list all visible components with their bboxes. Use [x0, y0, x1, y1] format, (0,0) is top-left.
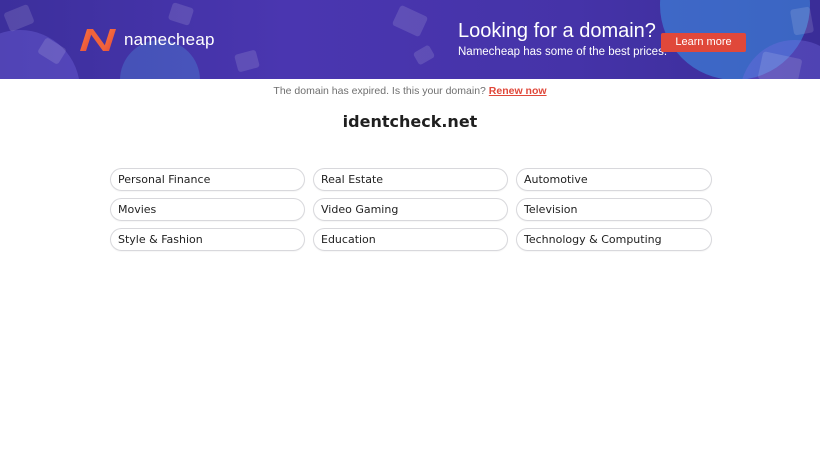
category-link[interactable]: Movies	[110, 198, 305, 221]
category-link[interactable]: Television	[516, 198, 712, 221]
decor-card	[3, 3, 35, 33]
decor-card	[412, 44, 436, 66]
promo-banner: namecheap Looking for a domain? Namechea…	[0, 0, 820, 79]
category-link[interactable]: Style & Fashion	[110, 228, 305, 251]
renew-now-link[interactable]: Renew now	[489, 85, 547, 97]
promo-subtext: Namecheap has some of the best prices.	[458, 46, 668, 58]
promo-headline: Looking for a domain?	[458, 20, 656, 42]
category-link[interactable]: Automotive	[516, 168, 712, 191]
category-link[interactable]: Personal Finance	[110, 168, 305, 191]
category-link[interactable]: Technology & Computing	[516, 228, 712, 251]
category-link[interactable]: Real Estate	[313, 168, 508, 191]
decor-card	[167, 2, 195, 26]
category-link[interactable]: Education	[313, 228, 508, 251]
notice-text: The domain has expired. Is this your dom…	[273, 85, 486, 97]
domain-title: identcheck.net	[342, 112, 478, 131]
decor-card	[234, 49, 260, 73]
expired-notice: The domain has expired. Is this your dom…	[0, 85, 820, 97]
brand-name: namecheap	[124, 30, 215, 49]
category-grid: Personal Finance Real Estate Automotive …	[110, 168, 712, 251]
promo-text: Looking for a domain? Namecheap has some…	[458, 19, 667, 59]
namecheap-logo-icon	[80, 29, 116, 51]
learn-more-button[interactable]: Learn more	[661, 33, 746, 52]
namecheap-logo[interactable]: namecheap	[78, 27, 215, 53]
category-link[interactable]: Video Gaming	[313, 198, 508, 221]
decor-card	[789, 6, 815, 36]
decor-card	[391, 4, 429, 38]
